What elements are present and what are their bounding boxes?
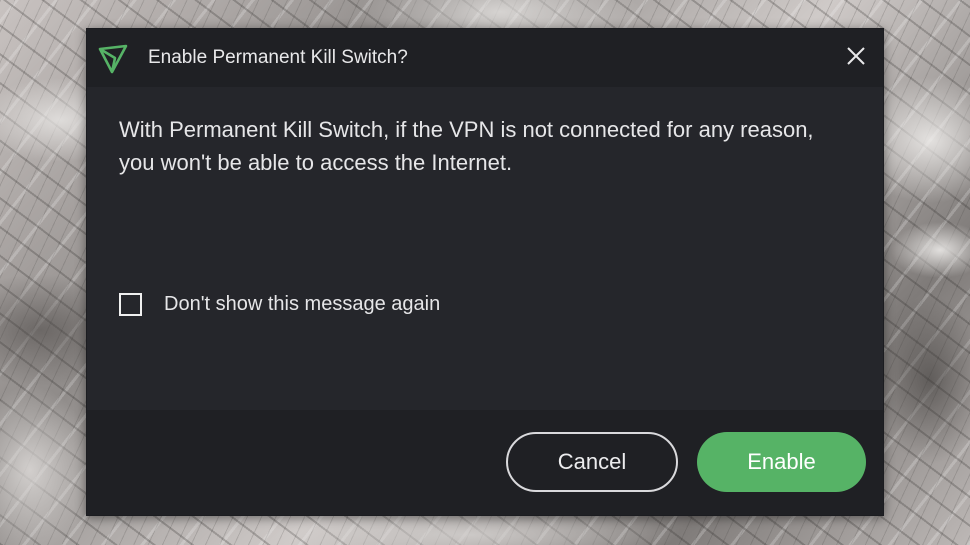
- cancel-button[interactable]: Cancel: [506, 432, 678, 492]
- enable-button[interactable]: Enable: [697, 432, 866, 492]
- dialog-message: With Permanent Kill Switch, if the VPN i…: [119, 117, 814, 175]
- dialog-titlebar: Enable Permanent Kill Switch?: [87, 29, 883, 87]
- desktop-background: Enable Permanent Kill Switch? With Perma…: [0, 0, 970, 545]
- dont-show-again-label[interactable]: Don't show this message again: [164, 293, 440, 316]
- protonvpn-logo-icon: [97, 43, 129, 75]
- close-icon: [846, 46, 866, 71]
- kill-switch-dialog: Enable Permanent Kill Switch? With Perma…: [86, 28, 884, 516]
- dont-show-again-checkbox[interactable]: [119, 293, 142, 316]
- dialog-footer: Cancel Enable: [87, 410, 883, 515]
- dialog-title: Enable Permanent Kill Switch?: [148, 47, 408, 68]
- close-button[interactable]: [839, 41, 873, 75]
- dont-show-again-checkbox-row[interactable]: Don't show this message again: [119, 293, 440, 316]
